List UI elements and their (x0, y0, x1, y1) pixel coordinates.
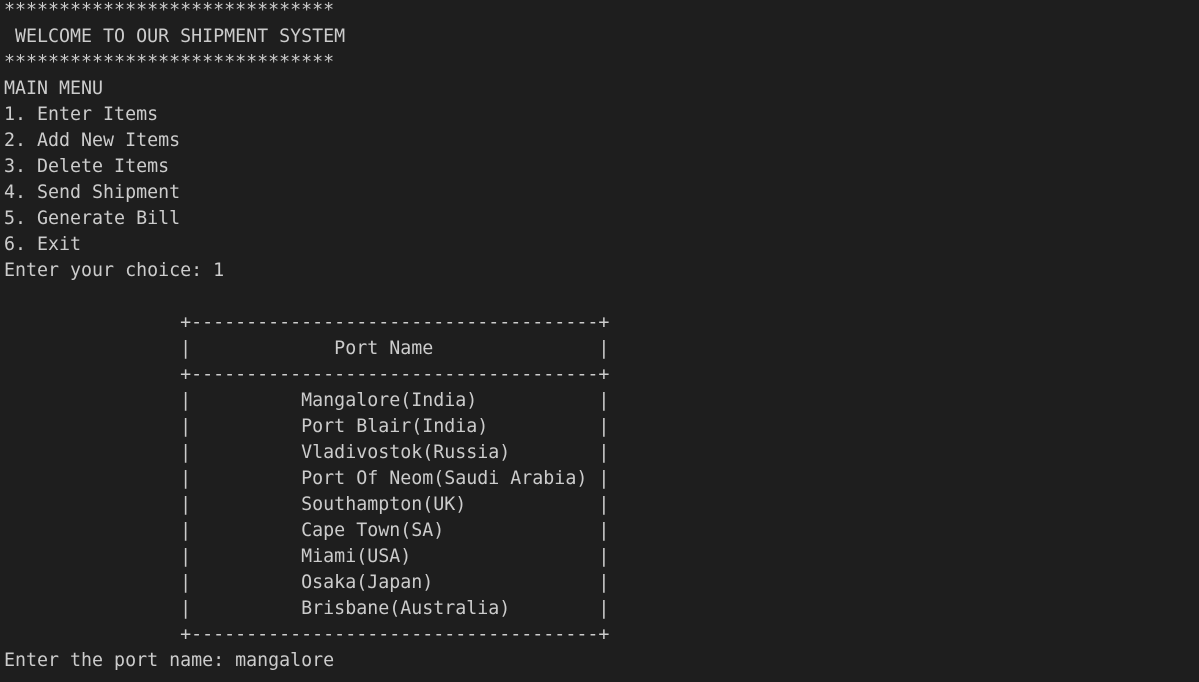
menu-item-exit: 6. Exit (4, 234, 82, 255)
choice-prompt: Enter your choice: 1 (4, 260, 225, 281)
port-name-prompt[interactable]: Enter the port name: mangalore (4, 648, 1199, 674)
banner-bottom: ****************************** (4, 52, 335, 73)
table-row: | Brisbane(Australia) | (4, 598, 610, 619)
menu-item-send-shipment: 4. Send Shipment (4, 182, 181, 203)
table-border-top: +-------------------------------------+ (4, 312, 610, 333)
table-row: | Cape Town(SA) | (4, 520, 610, 541)
table-row: | Vladivostok(Russia) | (4, 442, 610, 463)
table-row: | Osaka(Japan) | (4, 572, 610, 593)
menu-title: MAIN MENU (4, 78, 104, 99)
table-row: | Mangalore(India) | (4, 390, 610, 411)
welcome-title: WELCOME TO OUR SHIPMENT SYSTEM (4, 26, 346, 47)
table-header-port-name: | Port Name | (4, 338, 610, 359)
menu-item-generate-bill: 5. Generate Bill (4, 208, 181, 229)
table-row: | Miami(USA) | (4, 546, 610, 567)
banner-top: ****************************** (4, 0, 335, 21)
menu-item-delete-items: 3. Delete Items (4, 156, 170, 177)
table-row: | Port Of Neom(Saudi Arabia) | (4, 468, 610, 489)
table-border-mid: +-------------------------------------+ (4, 364, 610, 385)
menu-item-enter-items: 1. Enter Items (4, 104, 159, 125)
table-row: | Port Blair(India) | (4, 416, 610, 437)
menu-item-add-new-items: 2. Add New Items (4, 130, 181, 151)
table-row: | Southampton(UK) | (4, 494, 610, 515)
table-border-bottom: +-------------------------------------+ (4, 624, 610, 645)
terminal-window[interactable]: ****************************** WELCOME T… (0, 0, 1199, 680)
